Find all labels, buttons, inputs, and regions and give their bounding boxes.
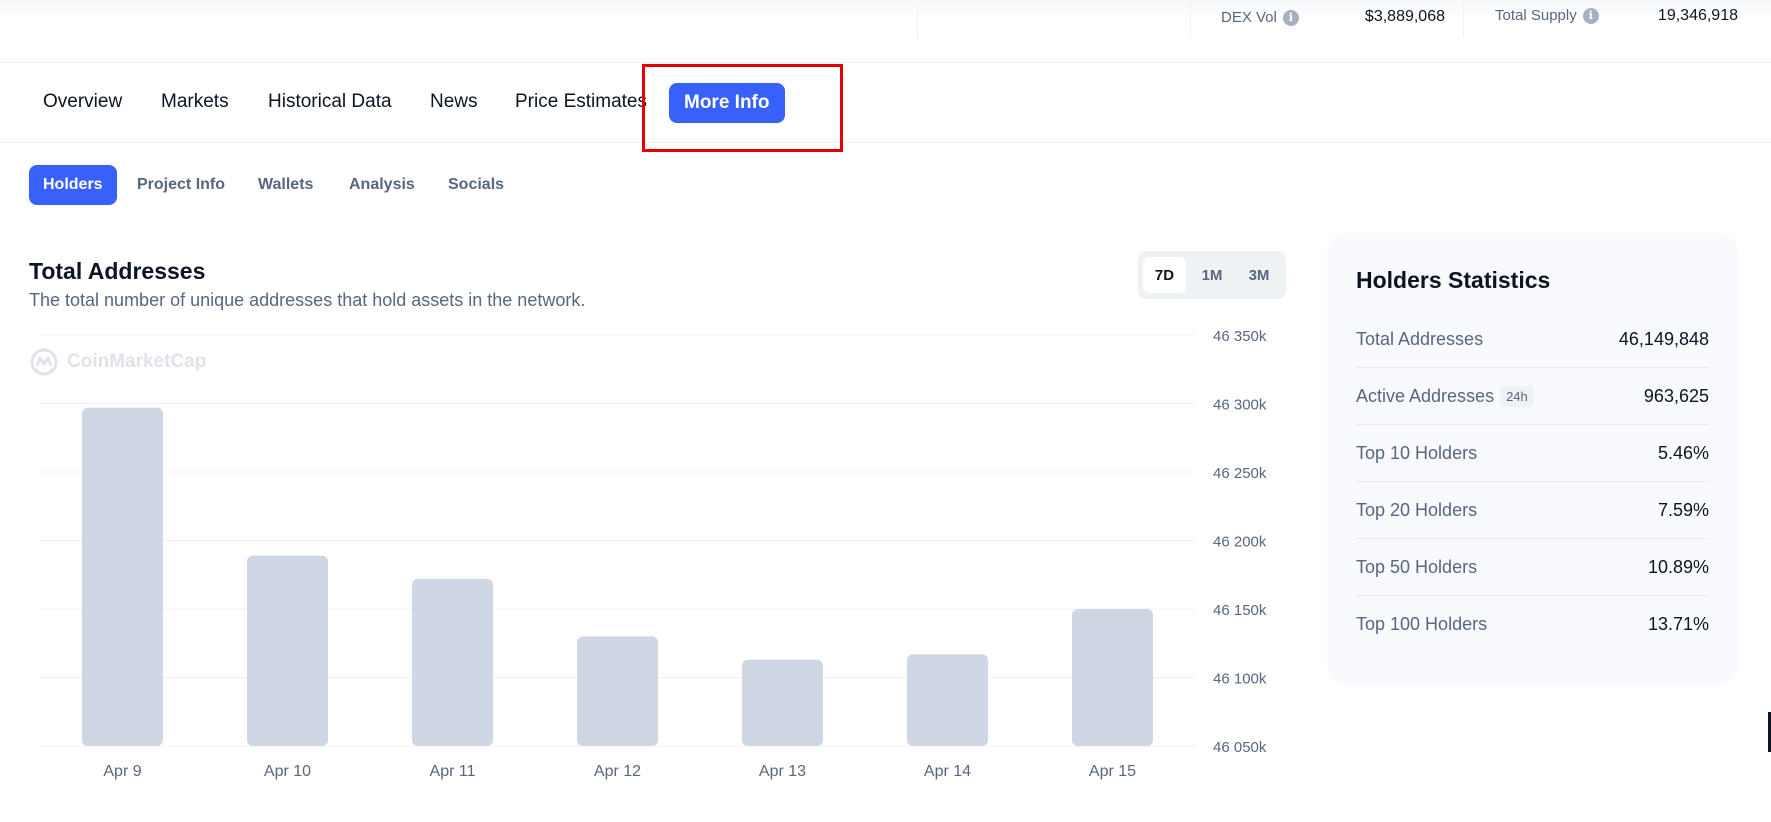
y-tick-label: 46 300k [1213,397,1267,414]
info-icon[interactable]: i [1582,7,1599,24]
divider [1463,0,1464,38]
tab-historical-data[interactable]: Historical Data [268,91,392,113]
total-supply-label: Total Supply i [1495,7,1599,24]
period-badge: 24h [1500,385,1534,407]
bar [82,407,163,746]
divider [917,0,918,38]
stat-value: 10.89% [1647,556,1709,577]
total-supply-label-text: Total Supply [1495,7,1577,24]
total-addresses-chart: 46 350k 46 300k 46 250k 46 200k 46 150k 46 10… [40,328,1267,780]
stat-row-top-50: Top 50 Holders 10.89% [1356,539,1709,596]
watermark: CoinMarketCap [29,347,206,377]
x-tick-label: Apr 10 [264,763,311,780]
y-tick-label: 46 050k [1213,739,1267,756]
stat-label: Top 10 Holders [1356,442,1478,463]
watermark-text: CoinMarketCap [67,351,207,372]
stat-row-top-20: Top 20 Holders 7.59% [1356,482,1709,539]
stat-row-top-10: Top 10 Holders 5.46% [1356,425,1709,482]
y-tick-label: 46 100k [1213,671,1267,688]
stat-label: Total Addresses [1356,328,1484,349]
bar [742,659,823,746]
subtab-analysis[interactable]: Analysis [349,165,415,205]
tab-more-info[interactable]: More Info [669,83,785,123]
chart-subtitle: The total number of unique addresses tha… [29,290,586,310]
panel-title: Holders Statistics [1356,267,1551,293]
tab-news[interactable]: News [430,91,478,113]
top-stats-strip: DEX Vol i $3,889,068 Total Supply i 19,3… [0,0,1771,63]
bar [1072,609,1153,746]
info-icon[interactable]: i [1282,9,1299,26]
bar [907,654,988,746]
chart-title: Total Addresses [29,258,206,284]
y-tick-label: 46 150k [1213,602,1267,619]
tab-price-estimates[interactable]: Price Estimates [515,91,647,113]
bar [577,636,658,746]
stat-label-text: Active Addresses [1356,385,1495,406]
y-tick-label: 46 350k [1213,328,1267,345]
x-tick-label: Apr 14 [924,763,971,780]
divider [1190,0,1191,38]
dex-vol-value: $3,889,068 [1364,8,1445,25]
dex-vol-label-text: DEX Vol [1221,9,1277,26]
subtab-socials[interactable]: Socials [448,165,504,205]
stat-row-top-100: Top 100 Holders 13.71% [1356,596,1709,653]
total-supply-value: 19,346,918 [1657,7,1738,24]
stat-value: 46,149,848 [1618,328,1709,349]
range-1m-button[interactable]: 1M [1190,257,1234,293]
coinmarketcap-logo-icon [30,348,58,376]
stat-label: Active Addresses 24h [1356,385,1534,407]
time-range-selector: 7D 1M 3M [1138,251,1286,299]
stat-row-active-addresses: Active Addresses 24h 963,625 [1356,368,1709,425]
tab-markets[interactable]: Markets [161,91,229,113]
y-tick-label: 46 200k [1213,534,1267,551]
main-tab-bar: Overview Markets Historical Data News Pr… [0,64,1771,143]
stat-value: 7.59% [1657,499,1709,520]
stat-row-total-addresses: Total Addresses 46,149,848 [1356,311,1709,368]
bar [412,578,493,746]
subtab-holders[interactable]: Holders [29,165,117,205]
stat-label: Top 50 Holders [1356,556,1478,577]
subtab-wallets[interactable]: Wallets [258,165,313,205]
range-3m-button[interactable]: 3M [1237,257,1281,293]
dex-vol-label: DEX Vol i [1221,9,1299,26]
x-tick-label: Apr 9 [103,763,141,780]
x-tick-label: Apr 12 [594,763,641,780]
tab-overview[interactable]: Overview [43,91,122,113]
stat-label: Top 100 Holders [1356,614,1488,634]
stat-label: Top 20 Holders [1356,499,1478,520]
bar [247,555,328,746]
stat-value: 5.46% [1657,442,1709,463]
x-tick-label: Apr 13 [759,763,806,780]
x-tick-label: Apr 15 [1089,763,1136,780]
stat-value: 13.71% [1647,614,1709,634]
stat-value: 963,625 [1643,385,1709,406]
y-tick-label: 46 250k [1213,465,1267,482]
holders-statistics-panel: Holders Statistics Total Addresses 46,14… [1327,233,1738,685]
subtab-project-info[interactable]: Project Info [137,165,225,205]
x-tick-label: Apr 11 [430,763,476,780]
range-7d-button[interactable]: 7D [1143,257,1186,293]
